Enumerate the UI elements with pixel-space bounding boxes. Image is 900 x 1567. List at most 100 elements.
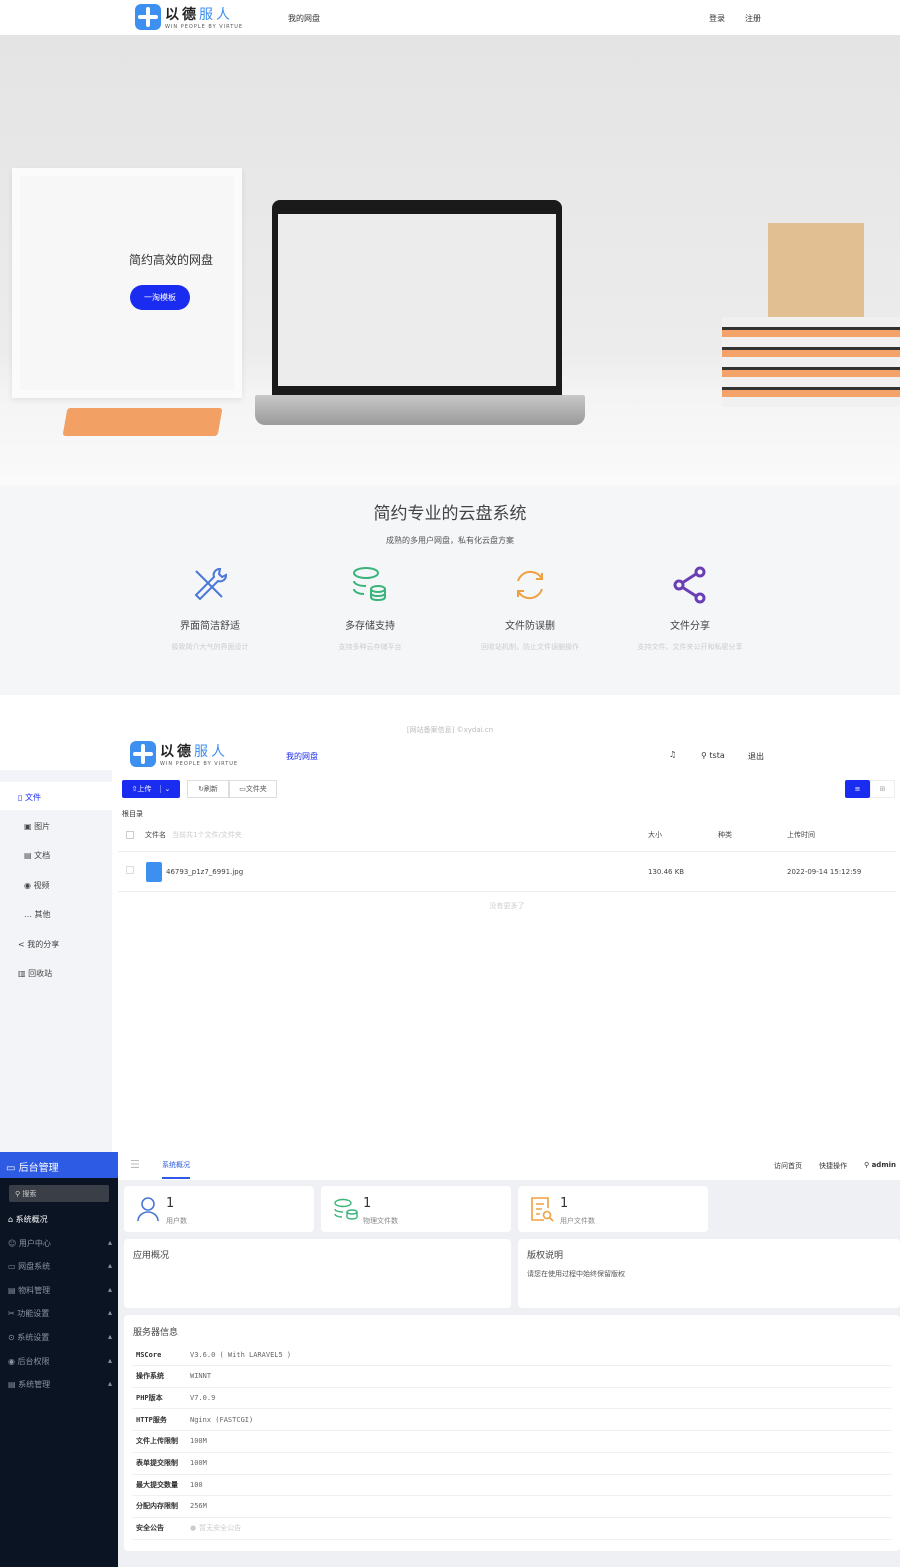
feature-item: 文件防误删 回收站机制，防止文件误删操作 xyxy=(450,565,610,652)
sidebar-item-videos[interactable]: ◉ 视频 xyxy=(24,880,50,891)
server-info-row: 表单提交限制 100M xyxy=(132,1453,892,1475)
upload-button[interactable]: ⇧ 上传 ⌄ xyxy=(122,780,180,798)
menu-item-overview[interactable]: ⌂ 系统概况 xyxy=(8,1214,112,1225)
nav-my-disk[interactable]: 我的网盘 xyxy=(288,13,320,24)
admin-brand[interactable]: ▭ 后台管理 xyxy=(0,1152,118,1178)
laptop-base xyxy=(255,395,585,425)
server-info-value: 100M xyxy=(190,1459,207,1467)
admin-search-input[interactable]: ⚲ 搜索 xyxy=(9,1185,109,1202)
server-info-row: 文件上传限制 100M xyxy=(132,1431,892,1453)
feature-title: 文件分享 xyxy=(670,621,710,632)
fm-nav-my-disk[interactable]: 我的网盘 xyxy=(286,751,318,762)
server-info-value: 100M xyxy=(190,1437,207,1446)
refresh-button[interactable]: ↻ 刷新 xyxy=(187,780,229,798)
picture-frame xyxy=(12,168,242,398)
fm-logo[interactable]: 以德服人 WIN PEOPLE BY VIRTUE xyxy=(130,741,238,767)
server-info-key: PHP版本 xyxy=(136,1393,163,1402)
table-row[interactable]: 46793_p1z7_6991.jpg 130.46 KB 2022-09-14… xyxy=(118,852,896,892)
col-size[interactable]: 大小 xyxy=(648,830,662,840)
visit-home-link[interactable]: 访问首页 xyxy=(774,1161,802,1171)
tab-overview[interactable]: 系统概况 xyxy=(162,1160,190,1179)
stat-card-physical-files: 1 物理文件数 xyxy=(321,1186,511,1232)
sidebar-item-files[interactable]: ▯ 文件 xyxy=(18,792,41,803)
server-info-value: V7.0.9 xyxy=(190,1393,216,1402)
file-name[interactable]: 46793_p1z7_6991.jpg xyxy=(166,868,243,876)
file-time: 2022-09-14 15:12:59 xyxy=(787,868,862,876)
no-more-text: 没有更多了 xyxy=(489,902,525,910)
col-type[interactable]: 种类 xyxy=(718,830,732,840)
server-info-key: HTTP服务 xyxy=(136,1415,167,1424)
feature-title: 界面简洁舒适 xyxy=(180,621,240,632)
feature-desc: 支持文件、文件夹公开和私密分享 xyxy=(637,643,743,651)
select-all-checkbox[interactable] xyxy=(126,831,134,839)
menu-item-materials[interactable]: ▤ 物料管理 ▴ xyxy=(8,1285,112,1296)
row-checkbox[interactable] xyxy=(126,866,134,874)
features-title: 简约专业的云盘系统 xyxy=(373,504,527,524)
sidebar-item-my-share[interactable]: < 我的分享 xyxy=(18,939,59,950)
logo-text-accent: 服人 xyxy=(199,7,233,23)
stat-card-user-files: 1 用户文件数 xyxy=(518,1186,708,1232)
caret-up-icon: ▴ xyxy=(107,1308,112,1317)
menu-item-system-settings[interactable]: ⊙ 系统设置 ▴ xyxy=(8,1332,112,1343)
monitor-icon: ▭ xyxy=(6,1163,19,1174)
server-info-row: 安全公告 ● 暂无安全公告 xyxy=(132,1518,892,1540)
server-info-key: 分配内存限制 xyxy=(136,1502,178,1511)
file-count-hint: 当前共1个文件/文件夹 xyxy=(172,831,242,839)
list-view-icon[interactable]: ≡ xyxy=(845,780,870,798)
chevron-down-icon[interactable]: ⌄ xyxy=(159,785,170,793)
footer-text[interactable]: [网站备案信息] ©xydai.cn xyxy=(0,725,900,735)
logo-slogan: WIN PEOPLE BY VIRTUE xyxy=(160,761,239,767)
menu-item-user-center[interactable]: ☺ 用户中心 ▴ xyxy=(8,1238,112,1249)
image-file-icon xyxy=(146,862,162,882)
server-info-value: 暂无安全公告 xyxy=(199,1524,242,1533)
logo-text-accent: 服人 xyxy=(194,744,228,760)
sidebar-item-images[interactable]: ▣ 图片 xyxy=(24,821,50,832)
server-info-row: 操作系统 WINNT xyxy=(132,1366,892,1388)
quick-actions-link[interactable]: 快捷操作 xyxy=(819,1161,847,1171)
copyright-card: 版权说明 请您在使用过程中始终保留版权 xyxy=(518,1239,900,1308)
sidebar-item-docs[interactable]: ▤ 文档 xyxy=(24,850,50,861)
site-logo[interactable]: 以德服人 WIN PEOPLE BY VIRTUE xyxy=(135,4,243,30)
hero-button[interactable]: 一淘模板 xyxy=(130,285,190,310)
feature-desc: 极致简介大气的界面设计 xyxy=(171,643,249,651)
notebook xyxy=(62,408,223,436)
fm-sidebar: ▯ 文件 ▣ 图片 ▤ 文档 ◉ 视频 … 其他 < 我的分享 ▥ 回收站 xyxy=(0,770,112,1152)
user-icon xyxy=(137,1197,159,1222)
logo-mark-icon xyxy=(130,741,156,767)
col-name[interactable]: 文件名 xyxy=(145,830,166,840)
logout-link[interactable]: 退出 xyxy=(748,751,764,762)
pencil-holder xyxy=(768,223,864,320)
col-time[interactable]: 上传时间 xyxy=(787,830,815,840)
logo-slogan: WIN PEOPLE BY VIRTUE xyxy=(165,24,244,30)
book-stack xyxy=(722,317,900,407)
sidebar-item-trash[interactable]: ▥ 回收站 xyxy=(18,968,52,979)
login-link[interactable]: 登录 xyxy=(709,13,725,24)
menu-toggle-icon[interactable]: ☰ xyxy=(130,1158,140,1171)
file-search-icon xyxy=(531,1197,554,1222)
username: tsta xyxy=(709,751,725,760)
grid-view-icon[interactable]: ⊞ xyxy=(870,780,895,798)
menu-item-disk-system[interactable]: ▭ 网盘系统 ▴ xyxy=(8,1261,112,1272)
bell-icon[interactable]: ♫ xyxy=(669,750,676,759)
refresh-icon xyxy=(517,570,543,600)
menu-item-system-manage[interactable]: ▤ 系统管理 ▴ xyxy=(8,1379,112,1390)
server-info-value: 256M xyxy=(190,1502,207,1511)
caret-up-icon: ▴ xyxy=(107,1285,112,1294)
new-folder-button[interactable]: ▭ 文件夹 xyxy=(229,780,277,798)
register-link[interactable]: 注册 xyxy=(745,13,761,24)
admin-user-menu[interactable]: ⚲ admin xyxy=(864,1161,896,1169)
menu-item-features[interactable]: ✂ 功能设置 ▴ xyxy=(8,1308,112,1319)
breadcrumb[interactable]: 根目录 xyxy=(122,809,143,819)
caret-up-icon: ▴ xyxy=(107,1261,112,1270)
user-menu[interactable]: ⚲ tsta xyxy=(701,751,725,760)
caret-up-icon: ▴ xyxy=(107,1356,112,1365)
server-info-key: 表单提交限制 xyxy=(136,1459,178,1467)
menu-item-permissions[interactable]: ◉ 后台权限 ▴ xyxy=(8,1356,112,1367)
caret-up-icon: ▴ xyxy=(107,1379,112,1388)
logo-text: 以德 xyxy=(160,744,194,760)
sidebar-item-other[interactable]: … 其他 xyxy=(24,909,51,920)
features-subtitle: 成熟的多用户网盘，私有化云盘方案 xyxy=(386,536,514,545)
server-info-row: MSCore V3.6.0 ( With LARAVEL5 ) xyxy=(132,1344,892,1366)
server-info-value: V3.6.0 ( With LARAVEL5 ) xyxy=(190,1350,292,1359)
server-info-value: 100 xyxy=(190,1480,203,1489)
